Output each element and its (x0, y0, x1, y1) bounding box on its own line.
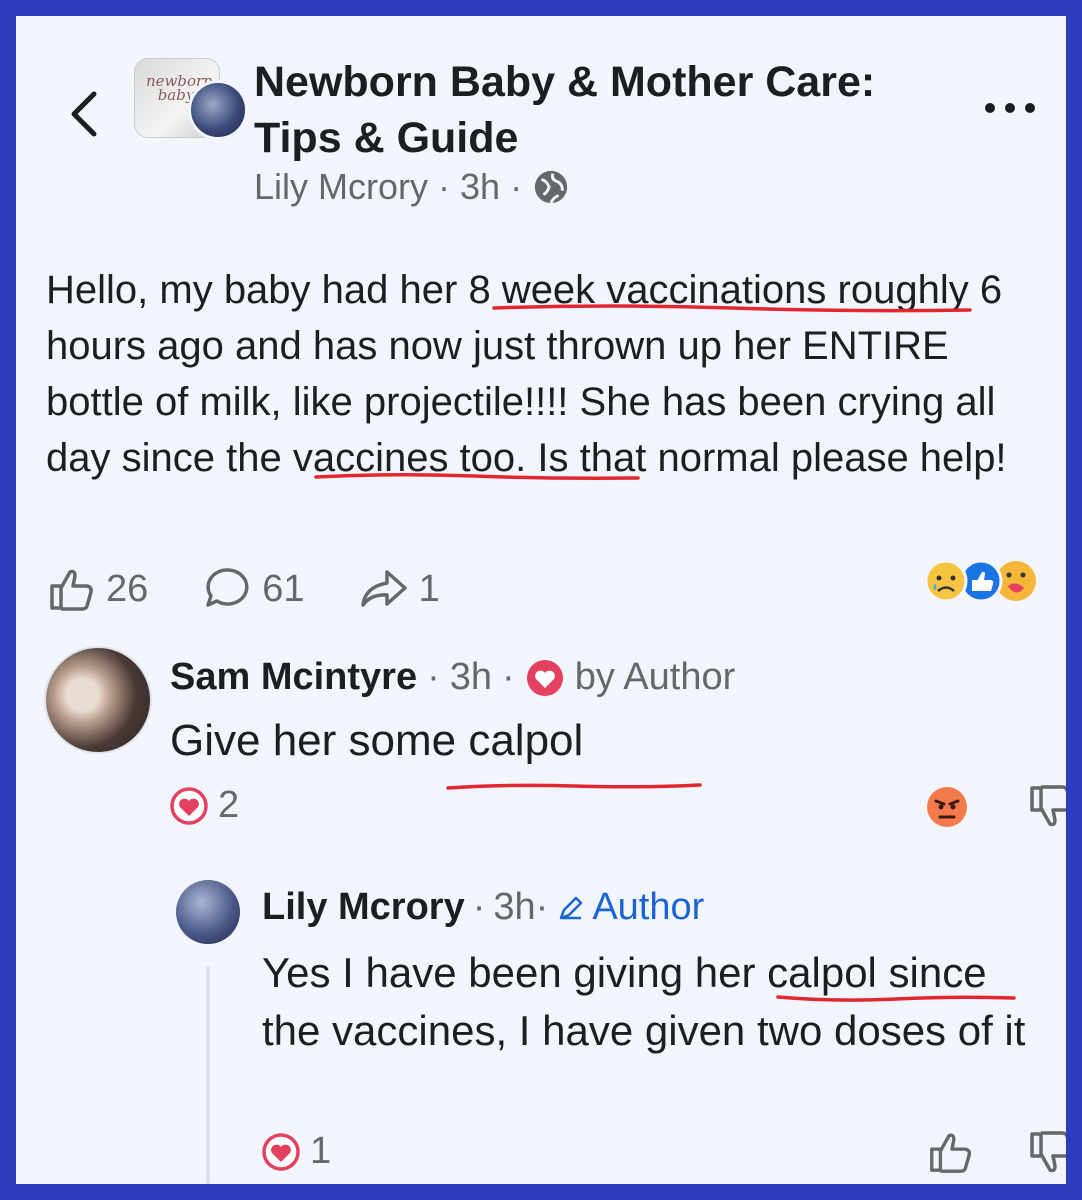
more-horizontal-icon[interactable] (980, 98, 1040, 118)
meta-separator: · (438, 166, 451, 207)
author-badge-label: Author (592, 886, 705, 928)
reply-avatar[interactable] (176, 880, 240, 944)
reply-author-name[interactable]: Lily Mcrory (262, 886, 465, 929)
reaction-summary[interactable] (916, 556, 1046, 606)
underline-annotation (776, 995, 1016, 1002)
meta-separator: · (510, 166, 523, 207)
poster-avatar[interactable] (188, 80, 248, 140)
comment-text: Give her some calpol (170, 716, 584, 765)
post-action-bar: 26 61 1 (46, 564, 494, 614)
post-author[interactable]: Lily Mcrory (254, 166, 428, 208)
meta-separator: · (502, 656, 515, 698)
thumbs-up-icon[interactable] (926, 1128, 974, 1176)
commenter-avatar[interactable] (44, 646, 152, 754)
comment-reactions[interactable]: 2 (168, 784, 239, 827)
reply-header: Lily Mcrory · 3h· Author (262, 886, 704, 929)
group-title[interactable]: Newborn Baby & Mother Care: Tips & Guide (254, 54, 954, 166)
meta-separator: · (427, 656, 440, 698)
underline-annotation (314, 472, 640, 480)
post-text: Hello, my baby had her 8 week vaccinatio… (46, 268, 1007, 480)
commenter-name[interactable]: Sam Mcintyre (170, 656, 417, 699)
comment-time: 3h (449, 656, 493, 698)
author-badge: Author (556, 886, 704, 929)
pencil-icon (560, 896, 583, 919)
reply-love-count: 1 (310, 1130, 332, 1172)
reply-time: 3h· (493, 886, 549, 928)
like-button[interactable]: 26 (46, 564, 148, 614)
underline-annotation (446, 783, 702, 790)
globe-icon (534, 170, 568, 204)
underline-annotation (492, 304, 972, 313)
comment-header: Sam Mcintyre · 3h · by Author (170, 656, 735, 699)
reply-reactions[interactable]: 1 (260, 1130, 331, 1173)
share-arrow-icon (360, 570, 407, 607)
love-reaction-icon (262, 1132, 300, 1171)
share-button[interactable]: 1 (359, 564, 440, 614)
thumbs-up-icon (50, 569, 93, 611)
dislike-icon[interactable] (1026, 782, 1066, 832)
comment-button[interactable]: 61 (202, 564, 305, 614)
comment-count: 61 (262, 567, 305, 610)
angry-icon[interactable] (924, 784, 970, 830)
liked-by-author-badge: by Author (574, 656, 736, 698)
share-count: 1 (418, 567, 440, 610)
like-count: 26 (106, 567, 149, 610)
comment-love-count: 2 (218, 784, 240, 826)
dislike-icon[interactable] (1026, 1128, 1066, 1178)
author-heart-icon (526, 659, 563, 696)
meta-separator: · (472, 886, 486, 928)
thread-line (206, 966, 210, 1184)
sad-icon (924, 559, 968, 603)
chevron-left-icon[interactable] (56, 84, 116, 144)
comment-bubble-icon (206, 568, 249, 607)
love-reaction-icon (170, 786, 208, 825)
post-meta: Lily Mcrory · 3h · (254, 166, 570, 208)
post-screen: newborn baby Newborn Baby & Mother Care:… (16, 16, 1066, 1184)
post-time[interactable]: 3h (460, 166, 500, 208)
